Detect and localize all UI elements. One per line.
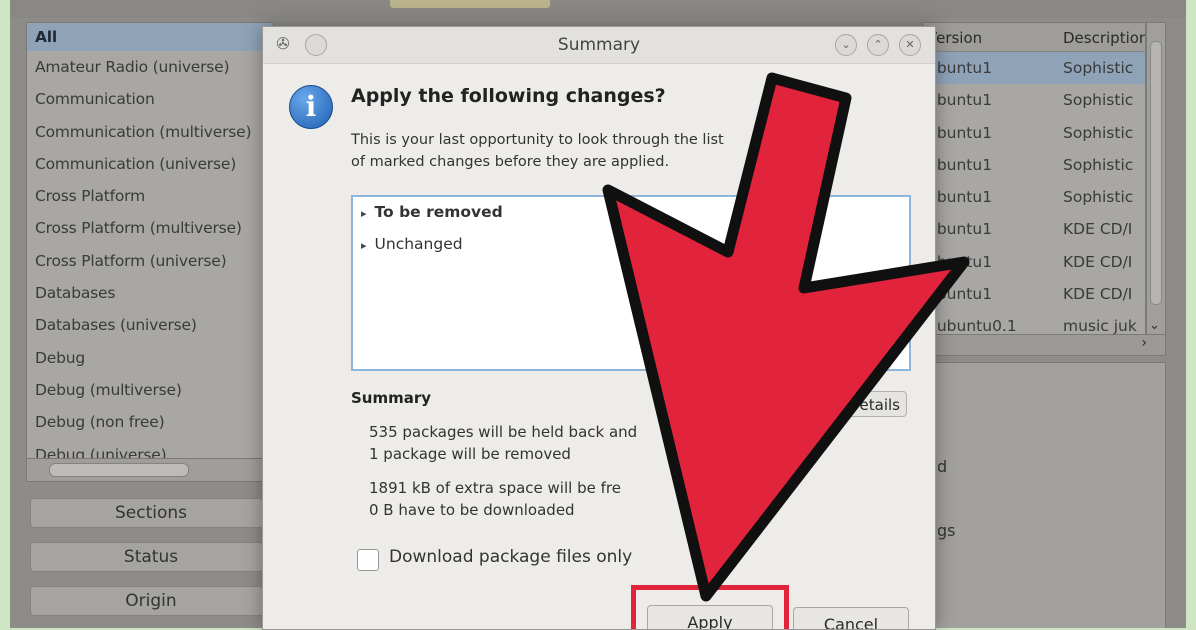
red-arrow-annotation (602, 72, 970, 602)
red-arrow-shape (602, 72, 970, 602)
